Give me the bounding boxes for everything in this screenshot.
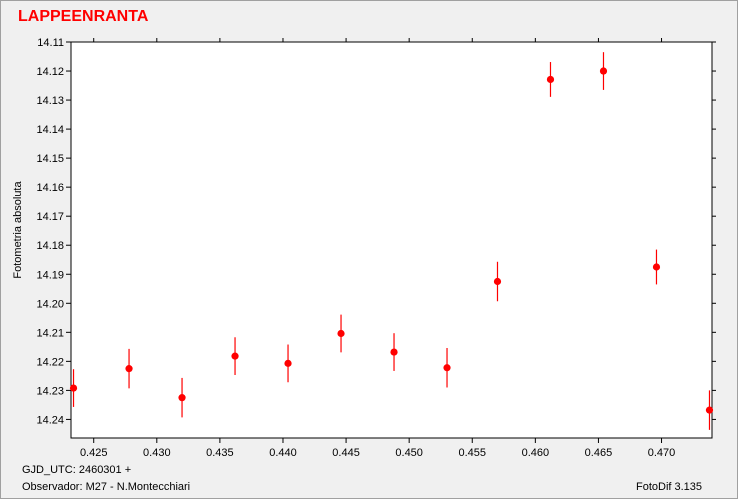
y-tick-label: 14.12 <box>36 66 64 78</box>
x-tick-label: 0.440 <box>269 447 297 459</box>
software-version-label: FotoDif 3.135 <box>636 481 703 493</box>
y-tick-label: 14.21 <box>36 327 64 339</box>
data-point <box>178 394 186 402</box>
y-tick-label: 14.18 <box>36 240 64 252</box>
data-point <box>125 365 133 373</box>
x-tick-label: 0.455 <box>458 447 486 459</box>
y-tick-label: 14.23 <box>36 385 64 397</box>
data-point <box>284 359 292 367</box>
observer-label: Observador: M27 - N.Montecchiari <box>22 481 191 493</box>
data-point <box>390 348 398 356</box>
x-tick-label: 0.470 <box>648 447 676 459</box>
x-tick-label: 0.425 <box>80 447 108 459</box>
x-tick-label: 0.450 <box>395 447 423 459</box>
y-tick-label: 14.16 <box>36 182 64 194</box>
y-tick-label: 14.22 <box>36 356 64 368</box>
scatter-chart: 14.11 14.12 14.13 14.14 14.15 14.16 14.17 14.18… <box>36 37 716 459</box>
data-point <box>546 75 555 84</box>
x-tick-label: 0.435 <box>206 447 234 459</box>
y-tick-label: 14.14 <box>36 124 64 136</box>
x-tick-label: 0.445 <box>332 447 360 459</box>
x-tick-label: 0.460 <box>522 447 550 459</box>
data-point <box>599 67 608 75</box>
data-point <box>69 384 78 392</box>
y-tick-label: 14.17 <box>36 211 64 223</box>
y-tick-label: 14.15 <box>36 153 64 165</box>
y-tick-label: 14.11 <box>37 37 64 49</box>
y-tick-label: 14.24 <box>36 414 64 426</box>
data-point <box>652 263 661 271</box>
plot-area <box>70 41 713 439</box>
y-tick-label: 14.19 <box>36 269 64 281</box>
data-point <box>443 364 451 372</box>
x-tick-label: 0.430 <box>143 447 171 459</box>
data-point <box>493 277 502 286</box>
data-point <box>705 406 714 414</box>
x-tick-label: 0.465 <box>585 447 613 459</box>
gjd-label: GJD_UTC: 2460301 + <box>22 464 132 476</box>
data-point <box>337 329 345 338</box>
y-tick-label: 14.20 <box>36 298 64 310</box>
y-tick-label: 14.13 <box>36 95 64 107</box>
data-point <box>231 352 239 360</box>
